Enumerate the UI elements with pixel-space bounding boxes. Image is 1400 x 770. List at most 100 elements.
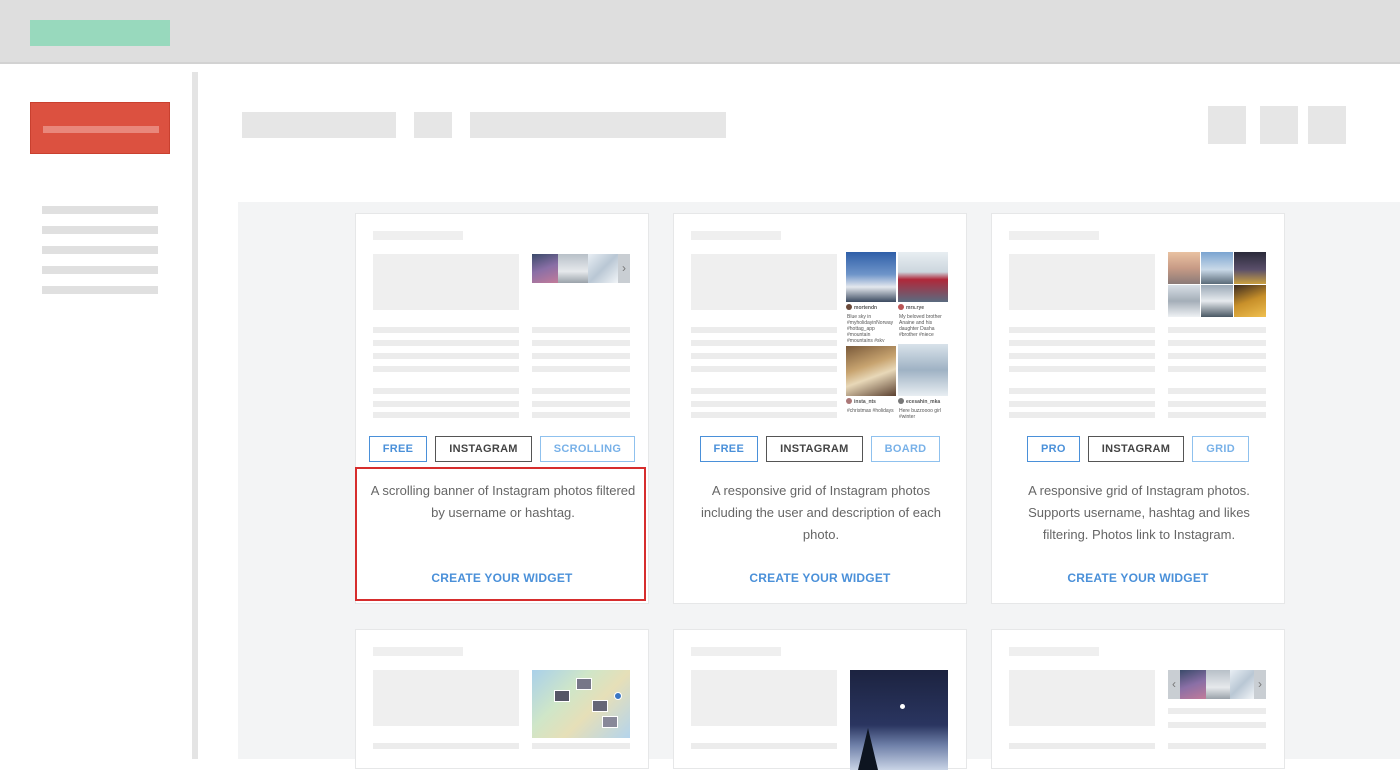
breadcrumb-placeholder	[242, 112, 396, 138]
primary-action-button[interactable]	[30, 102, 170, 154]
photo-grid-preview	[1168, 252, 1266, 317]
carousel-preview: ‹ ›	[1168, 670, 1266, 699]
text-placeholder	[532, 353, 630, 359]
page-title-placeholder	[470, 112, 726, 138]
preview-caption: #christmas #holidays	[847, 408, 894, 414]
avatar	[898, 398, 904, 404]
text-placeholder	[691, 743, 837, 749]
tag-instagram: INSTAGRAM	[766, 436, 863, 462]
tag-list: PRO INSTAGRAM GRID	[992, 436, 1284, 462]
text-placeholder	[1168, 708, 1266, 714]
tag-list: FREE INSTAGRAM SCROLLING	[356, 436, 648, 462]
card-image-placeholder	[1009, 670, 1155, 726]
text-placeholder	[1168, 327, 1266, 333]
sidebar-item[interactable]	[42, 266, 158, 274]
avatar	[846, 304, 852, 310]
preview-caption: My beloved brother Anaine and his daught…	[899, 314, 942, 338]
text-placeholder	[373, 327, 519, 333]
map-pin-icon	[614, 692, 622, 700]
sidebar-divider	[192, 72, 198, 759]
preview-caption: Here buzzoooo girl #winter	[899, 408, 941, 418]
text-placeholder	[373, 353, 519, 359]
widget-card-carousel: ‹ ›	[991, 629, 1285, 769]
text-placeholder	[532, 366, 630, 372]
card-title-placeholder	[373, 647, 463, 656]
scrolling-banner-preview: ›	[532, 254, 630, 283]
sidebar	[0, 66, 192, 759]
sidebar-item[interactable]	[42, 226, 158, 234]
text-placeholder	[1009, 401, 1155, 407]
text-placeholder	[1168, 340, 1266, 346]
text-placeholder	[373, 340, 519, 346]
text-placeholder	[373, 412, 519, 418]
header-action-button[interactable]	[1208, 106, 1246, 144]
text-placeholder	[691, 353, 837, 359]
text-placeholder	[1168, 366, 1266, 372]
tag-instagram: INSTAGRAM	[1087, 436, 1185, 462]
sidebar-item[interactable]	[42, 286, 158, 294]
widget-card-map	[355, 629, 649, 769]
widget-card-single-photo	[673, 629, 967, 770]
sidebar-item[interactable]	[42, 206, 158, 214]
card-title-placeholder	[373, 231, 463, 240]
chevron-right-icon[interactable]: ›	[618, 261, 630, 275]
breadcrumb-placeholder	[414, 112, 452, 138]
highlight-frame	[355, 467, 646, 601]
card-description: A responsive grid of Instagram photos in…	[701, 483, 941, 542]
card-image-placeholder	[373, 670, 519, 726]
text-placeholder	[532, 327, 630, 333]
create-widget-link[interactable]: CREATE YOUR WIDGET	[992, 571, 1284, 585]
preview-username: insta_nts	[854, 399, 876, 405]
tag-free: FREE	[699, 436, 759, 462]
text-placeholder	[1168, 353, 1266, 359]
text-placeholder	[691, 340, 837, 346]
app-logo[interactable]	[30, 20, 170, 46]
tag-scrolling: SCROLLING	[539, 436, 636, 462]
tag-instagram: INSTAGRAM	[435, 436, 532, 462]
preview-username: mrs.rye	[906, 305, 925, 311]
header-action-button[interactable]	[1260, 106, 1298, 144]
widget-card-grid: PRO INSTAGRAM GRID A responsive grid of …	[991, 213, 1285, 604]
header-action-button[interactable]	[1308, 106, 1346, 144]
card-title-placeholder	[1009, 231, 1099, 240]
text-placeholder	[373, 366, 519, 372]
card-description: A responsive grid of Instagram photos. S…	[1028, 483, 1250, 542]
create-widget-link[interactable]: CREATE YOUR WIDGET	[674, 571, 966, 585]
text-placeholder	[532, 340, 630, 346]
text-placeholder	[1168, 412, 1266, 418]
text-placeholder	[691, 366, 837, 372]
card-image-placeholder	[691, 670, 837, 726]
text-placeholder	[1168, 722, 1266, 728]
card-image-placeholder	[691, 254, 837, 310]
card-title-placeholder	[1009, 647, 1099, 656]
sidebar-item[interactable]	[42, 246, 158, 254]
text-placeholder	[532, 401, 630, 407]
card-title-placeholder	[691, 231, 781, 240]
text-placeholder	[1009, 353, 1155, 359]
photo-preview	[850, 670, 948, 770]
text-placeholder	[691, 401, 837, 407]
avatar	[846, 398, 852, 404]
text-placeholder	[532, 743, 630, 749]
tag-board: BOARD	[870, 436, 941, 462]
board-grid-preview: mortendn Blue sky in #myholidayinNorway …	[846, 252, 948, 420]
chevron-left-icon[interactable]: ‹	[1168, 677, 1180, 691]
text-placeholder	[1168, 743, 1266, 749]
tag-grid: GRID	[1192, 436, 1249, 462]
primary-action-label-placeholder	[43, 126, 159, 133]
text-placeholder	[373, 401, 519, 407]
avatar	[898, 304, 904, 310]
text-placeholder	[1009, 327, 1155, 333]
text-placeholder	[1009, 388, 1155, 394]
text-placeholder	[1009, 412, 1155, 418]
map-preview	[532, 670, 630, 738]
preview-username: ecesahin_mka	[906, 399, 941, 405]
text-placeholder	[532, 388, 630, 394]
widget-card-board: mortendn Blue sky in #myholidayinNorway …	[673, 213, 967, 604]
text-placeholder	[532, 412, 630, 418]
chevron-right-icon[interactable]: ›	[1254, 677, 1266, 691]
preview-username: mortendn	[854, 305, 878, 311]
text-placeholder	[1009, 366, 1155, 372]
text-placeholder	[1009, 340, 1155, 346]
text-placeholder	[691, 388, 837, 394]
